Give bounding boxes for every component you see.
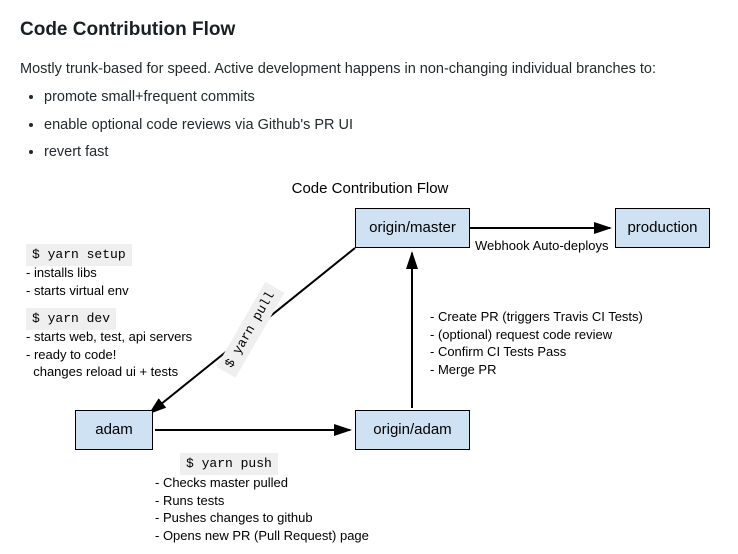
- intro-text: Mostly trunk-based for speed. Active dev…: [20, 59, 718, 81]
- cmd-yarn-push: $ yarn push: [180, 453, 278, 475]
- node-origin-adam: origin/adam: [355, 410, 470, 450]
- cmd-yarn-dev: $ yarn dev: [26, 308, 116, 330]
- page-title: Code Contribution Flow: [20, 16, 718, 45]
- cmd-yarn-setup: $ yarn setup: [26, 244, 132, 266]
- node-origin-master: origin/master: [355, 208, 470, 248]
- list-item: enable optional code reviews via Github'…: [44, 115, 718, 137]
- notes-pr: - Create PR (triggers Travis CI Tests) -…: [430, 308, 643, 378]
- flow-diagram: Code Contribution Flow origin/master pro…: [20, 178, 720, 538]
- list-item: promote small+frequent commits: [44, 87, 718, 109]
- notes-setup: - installs libs - starts virtual env: [26, 264, 129, 299]
- label-deploy: Webhook Auto-deploys: [475, 236, 608, 256]
- notes-push: - Checks master pulled - Runs tests - Pu…: [155, 474, 369, 544]
- goals-list: promote small+frequent commits enable op…: [44, 87, 718, 164]
- notes-dev: - starts web, test, api servers - ready …: [26, 328, 192, 381]
- node-adam: adam: [75, 410, 153, 450]
- node-production: production: [615, 208, 710, 248]
- list-item: revert fast: [44, 142, 718, 164]
